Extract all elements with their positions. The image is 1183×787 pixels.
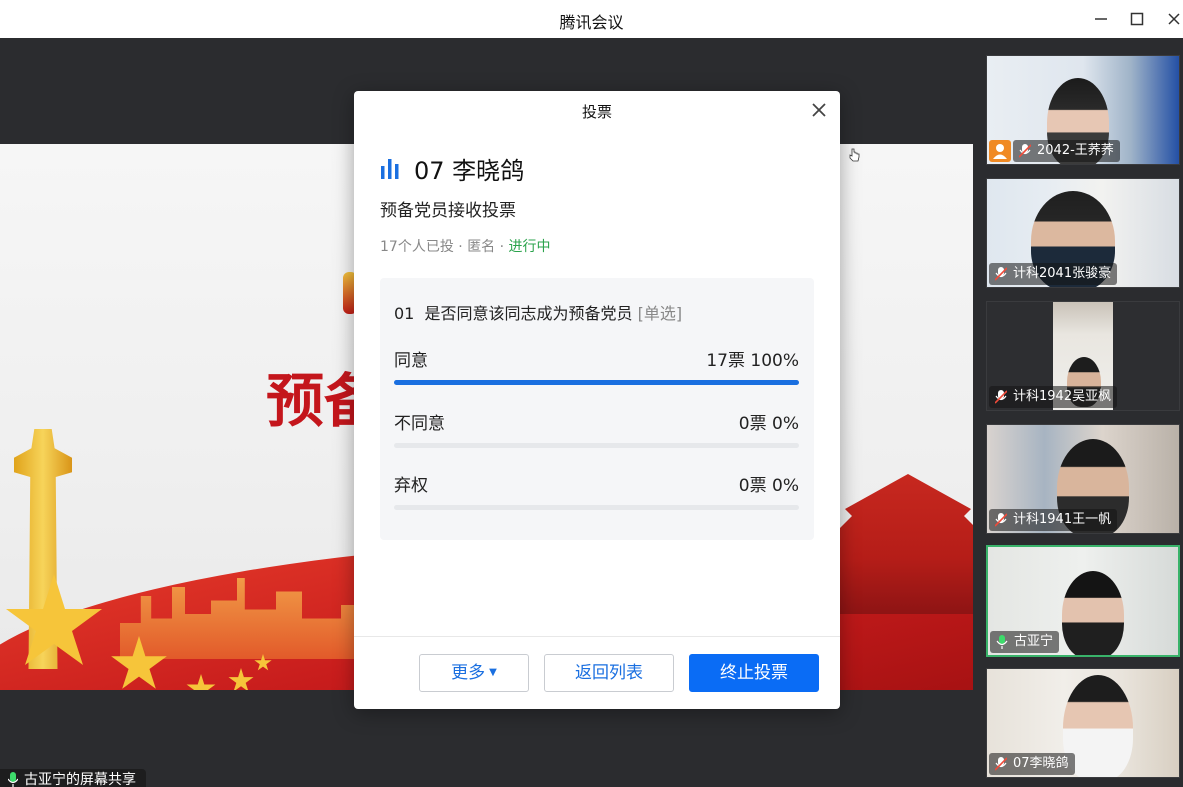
option-result: 0票 0%: [738, 476, 799, 496]
participant-panel[interactable]: 2042-王荞荞 计科2041张骏豪 计科1942吴亚枫 计科1941王一帆 古: [973, 38, 1183, 787]
participant-tile-speaking[interactable]: 古亚宁: [986, 545, 1180, 657]
poll-title-text: 07 李晓鸽: [414, 156, 525, 185]
participant-tile[interactable]: 计科2041张骏豪: [986, 178, 1180, 288]
stop-poll-button[interactable]: 终止投票: [689, 654, 819, 692]
tiananmen-gate: [838, 474, 973, 614]
mic-muted-icon: [995, 757, 1007, 771]
status-badge: 进行中: [508, 239, 551, 255]
minimize-button[interactable]: [1090, 8, 1112, 30]
participant-tile[interactable]: 计科1941王一帆: [986, 424, 1180, 534]
question-card: 01 是否同意该同志成为预备党员 [单选] 同意 17票 100% 不同意 0票…: [380, 278, 814, 540]
close-icon: [812, 103, 826, 117]
vote-count: 17个人已投: [380, 239, 454, 255]
option-progress-fill: [394, 380, 799, 385]
mic-muted-icon: [995, 267, 1007, 281]
participant-name: 古亚宁: [990, 631, 1060, 653]
participant-tile[interactable]: 计科1942吴亚枫: [986, 301, 1180, 411]
mic-muted-icon: [1019, 144, 1031, 158]
share-label-text: 古亚宁的屏幕共享: [24, 772, 136, 787]
participant-tile[interactable]: 2042-王荞荞: [986, 55, 1180, 165]
title-bar: 腾讯会议: [0, 0, 1183, 38]
close-icon: [1168, 13, 1180, 25]
poll-meta: 17个人已投 · 匿名 · 进行中: [380, 239, 551, 255]
dialog-header: 投票: [354, 91, 840, 129]
back-to-list-button[interactable]: 返回列表: [544, 654, 674, 692]
option-progress-bar: [394, 443, 799, 448]
participant-tile[interactable]: 07李晓鸽: [986, 668, 1180, 778]
host-icon: [989, 140, 1011, 162]
participant-name: 07李晓鸽: [989, 753, 1075, 775]
question-type: [单选]: [637, 304, 683, 323]
mic-muted-icon: [995, 513, 1007, 527]
option-result: 0票 0%: [738, 414, 799, 434]
participant-name: 计科1942吴亚枫: [989, 386, 1118, 408]
option-result: 17票 100%: [706, 351, 799, 371]
microphone-icon: [996, 635, 1008, 649]
option-label: 弃权: [394, 476, 428, 496]
question-text: 01 是否同意该同志成为预备党员 [单选]: [394, 304, 683, 323]
poll-dialog: 投票 07 李晓鸽 预备党员接收投票 17个人已投 · 匿名 · 进行中 01 …: [354, 91, 840, 709]
window-title: 腾讯会议: [559, 13, 624, 32]
dialog-title: 投票: [581, 103, 612, 121]
close-window-button[interactable]: [1163, 8, 1183, 30]
participant-name: 2042-王荞荞: [1013, 140, 1120, 162]
maximize-button[interactable]: [1126, 8, 1148, 30]
participant-name: 计科2041张骏豪: [989, 263, 1118, 285]
caret-down-icon: ▼: [489, 667, 497, 678]
microphone-icon: [8, 772, 18, 787]
screen-share-label: 古亚宁的屏幕共享: [0, 769, 146, 787]
footer-divider: [354, 636, 840, 637]
hand-cursor-icon: [849, 148, 860, 162]
maximize-icon: [1130, 12, 1144, 26]
more-button[interactable]: 更多 ▼: [419, 654, 529, 692]
option-label: 不同意: [394, 414, 445, 434]
bar-chart-icon: [381, 159, 399, 179]
poll-title: 07 李晓鸽: [380, 151, 524, 185]
participant-name: 计科1941王一帆: [989, 509, 1118, 531]
option-progress-bar: [394, 505, 799, 510]
option-progress-bar: [394, 380, 799, 385]
option-label: 同意: [394, 351, 428, 371]
participant-video: [1062, 571, 1124, 655]
anonymous-tag: 匿名: [467, 239, 496, 255]
mic-muted-icon: [995, 390, 1007, 404]
close-dialog-button[interactable]: [810, 101, 828, 119]
minimize-icon: [1095, 18, 1107, 20]
poll-subtitle: 预备党员接收投票: [380, 201, 516, 221]
